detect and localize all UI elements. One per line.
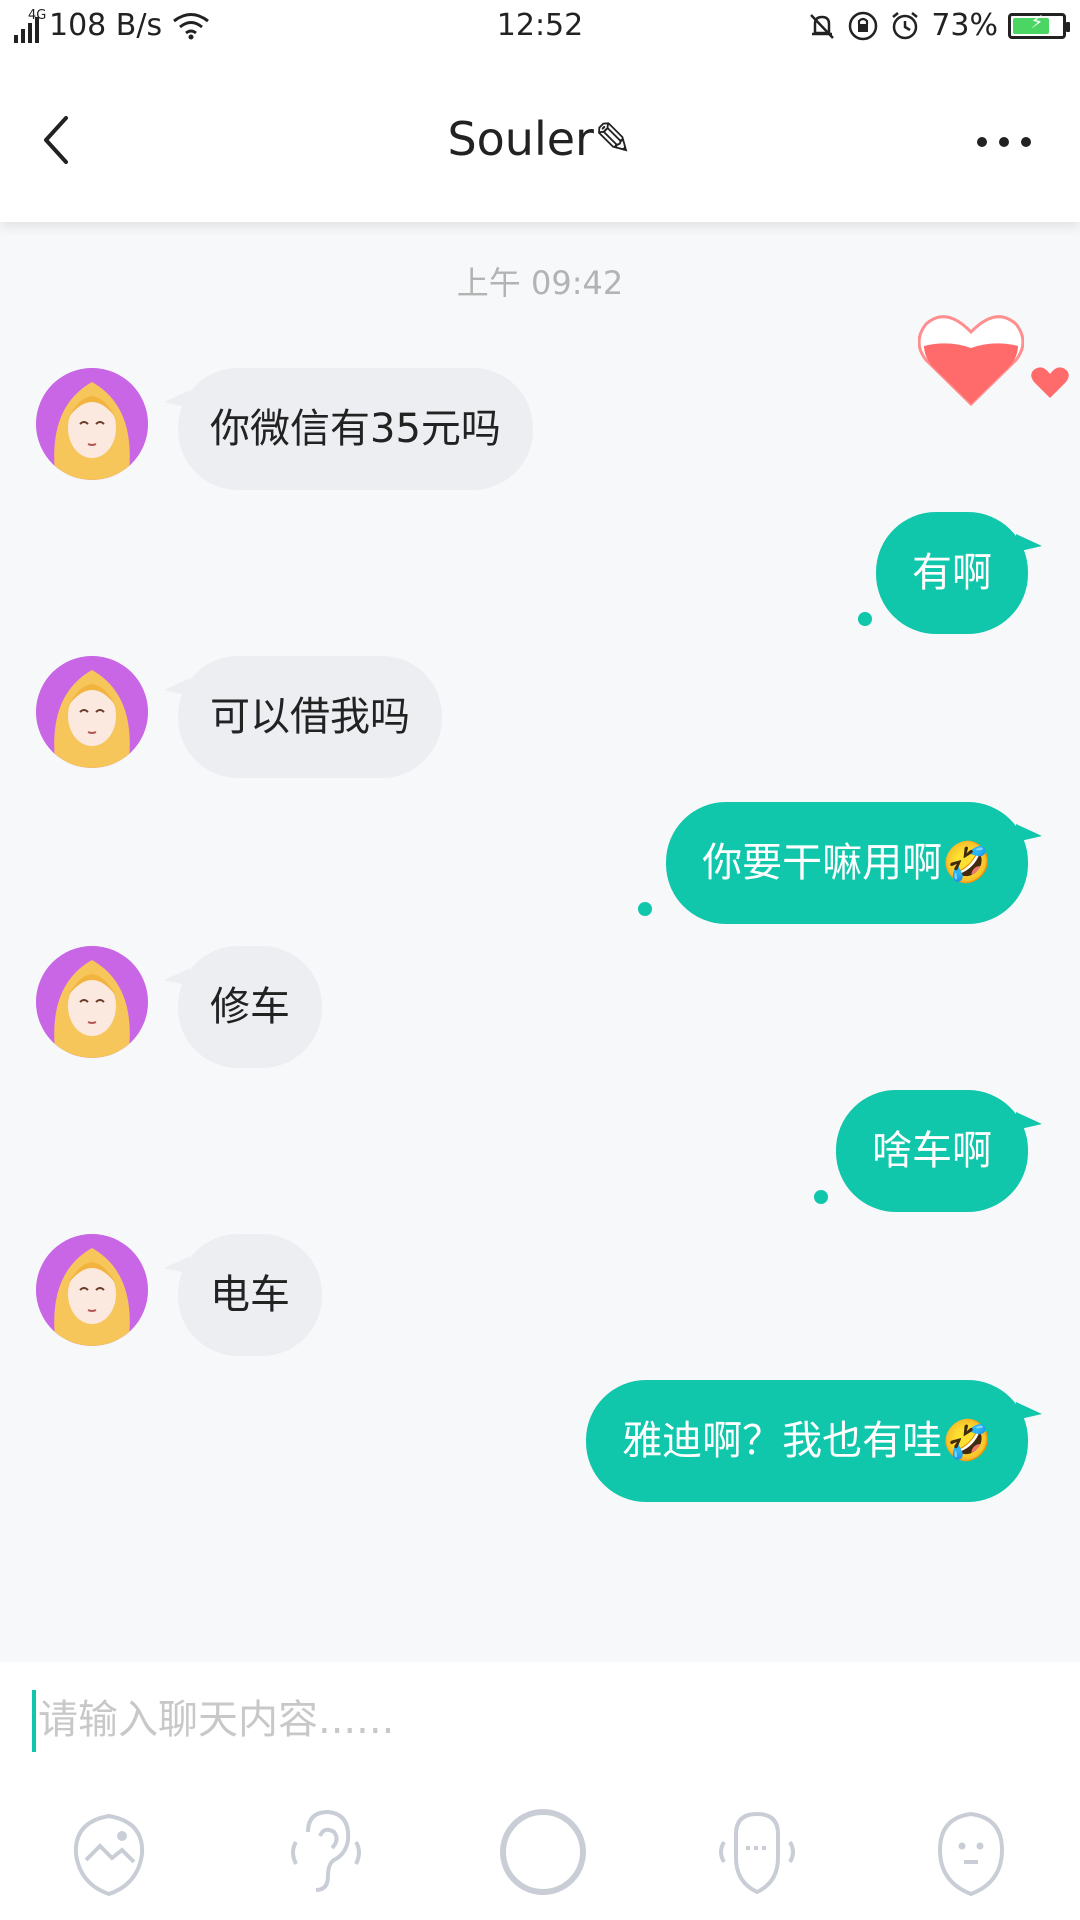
received-message-bubble[interactable]: 可以借我吗 <box>164 656 442 778</box>
voice-icon[interactable] <box>712 1802 802 1898</box>
read-indicator <box>638 902 652 916</box>
chat-header: Souler✎ <box>0 60 1080 222</box>
avatar[interactable] <box>36 1234 148 1346</box>
chat-title[interactable]: Souler✎ <box>0 112 1080 166</box>
read-indicator <box>858 612 872 626</box>
face-icon[interactable] <box>926 1802 1016 1898</box>
more-options-icon[interactable] <box>964 122 1044 162</box>
message-input[interactable] <box>36 1684 940 1756</box>
message-list[interactable]: 你微信有35元吗 有啊 可以借我吗 你要干嘛用啊🤣 修车 啥车啊 电车 雅迪啊？… <box>0 290 1080 1660</box>
alarm-icon <box>892 11 919 39</box>
message-row: 修车 <box>0 946 1080 1076</box>
avatar[interactable] <box>36 656 148 768</box>
composer <box>0 1662 1080 1920</box>
message-row: 雅迪啊？我也有哇🤣 <box>0 1380 1080 1510</box>
composer-toolbar <box>0 1802 1080 1902</box>
message-row: 有啊 <box>0 512 1080 642</box>
received-message-bubble[interactable]: 电车 <box>164 1234 322 1356</box>
avatar[interactable] <box>36 946 148 1058</box>
sent-message-bubble[interactable]: 有啊 <box>876 512 1042 634</box>
message-row: 啥车啊 <box>0 1090 1080 1220</box>
message-row: 你要干嘛用啊🤣 <box>0 802 1080 932</box>
battery-percent: 73% <box>931 8 998 43</box>
avatar[interactable] <box>36 368 148 480</box>
received-message-bubble[interactable]: 你微信有35元吗 <box>164 368 533 490</box>
sent-message-bubble[interactable]: 雅迪啊？我也有哇🤣 <box>586 1380 1042 1502</box>
read-indicator <box>814 1190 828 1204</box>
record-icon[interactable] <box>495 1802 591 1898</box>
sent-message-bubble[interactable]: 你要干嘛用啊🤣 <box>666 802 1042 924</box>
message-row: 你微信有35元吗 <box>0 368 1080 498</box>
ear-icon[interactable] <box>278 1802 368 1898</box>
mute-bell-icon <box>810 13 835 39</box>
message-row: 可以借我吗 <box>0 656 1080 786</box>
rotation-lock-icon <box>849 11 878 40</box>
message-row: 电车 <box>0 1234 1080 1364</box>
battery-icon: ⚡ <box>1008 12 1070 39</box>
image-icon[interactable] <box>64 1802 154 1898</box>
received-message-bubble[interactable]: 修车 <box>164 946 322 1068</box>
status-bar: 4G 108 B/s 12:52 73% ⚡ <box>0 0 1080 60</box>
sent-message-bubble[interactable]: 啥车啊 <box>836 1090 1042 1212</box>
